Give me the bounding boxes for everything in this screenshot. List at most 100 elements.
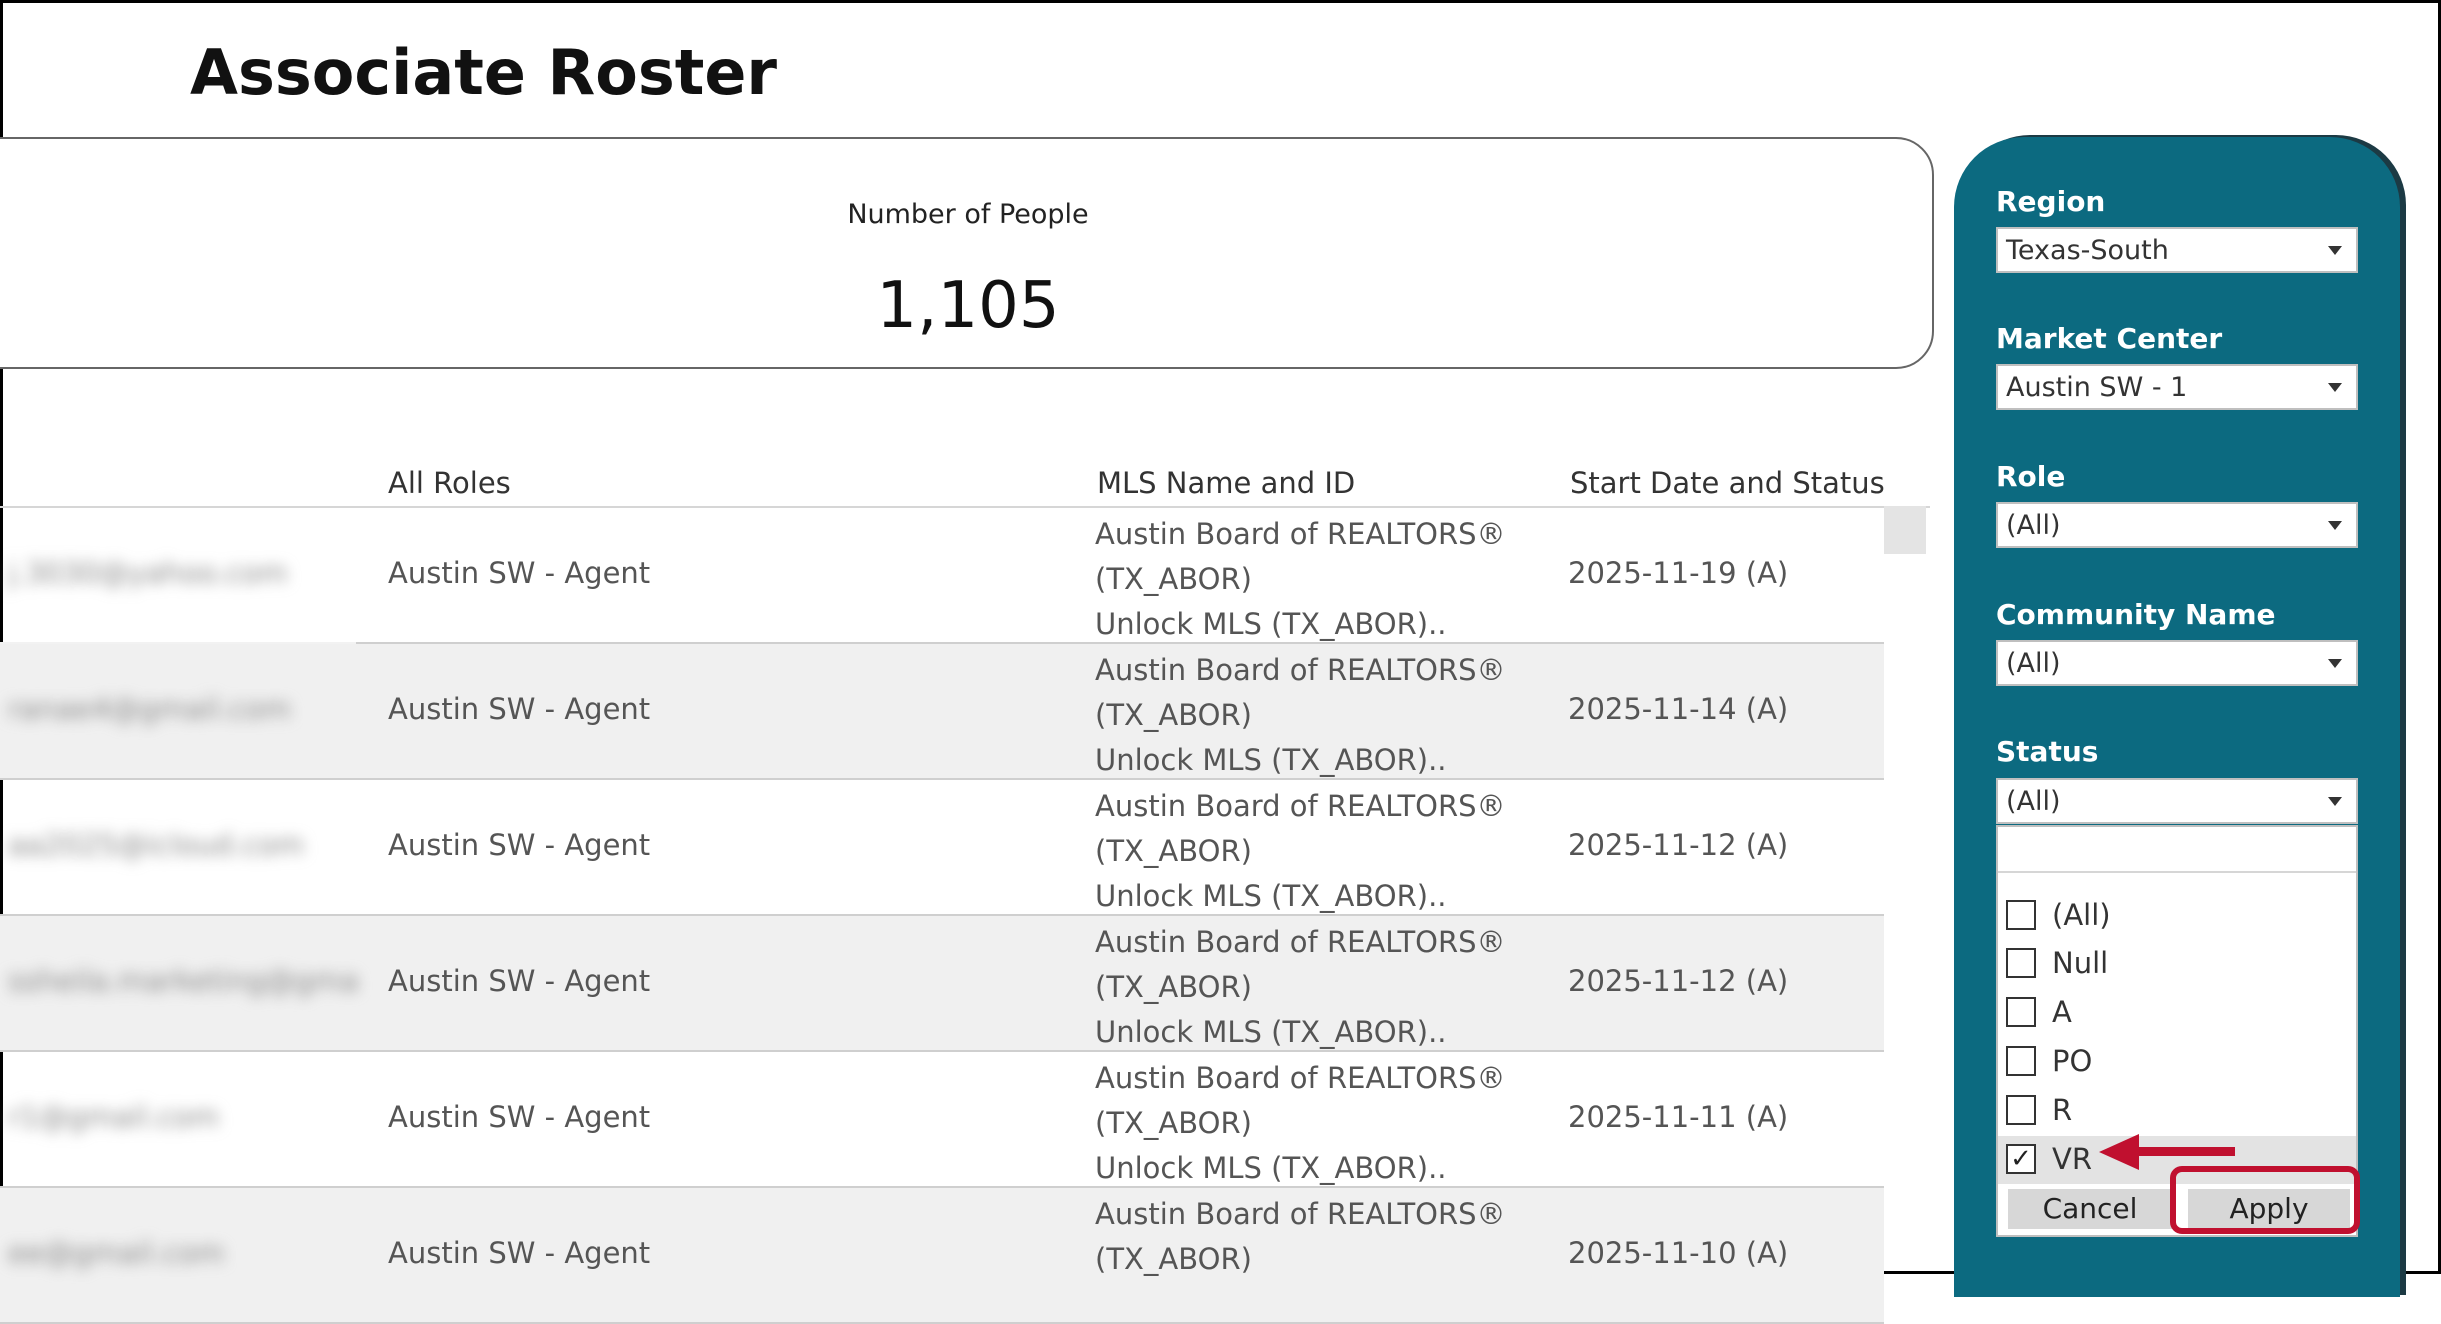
mls-line: (TX_ABOR) bbox=[1095, 698, 1252, 732]
market-center-select[interactable]: Austin SW - 1 bbox=[1996, 364, 2358, 410]
role-cell: Austin SW - Agent bbox=[388, 1236, 651, 1270]
column-header-mls[interactable]: MLS Name and ID bbox=[1097, 466, 1355, 500]
status-select-value: (All) bbox=[2006, 786, 2061, 817]
table-row[interactable]: aa2025@icloud.com Austin SW - Agent Aust… bbox=[0, 780, 1884, 916]
community-select-value: (All) bbox=[2006, 648, 2061, 679]
mls-line: Unlock MLS (TX_ABOR).. bbox=[1095, 1151, 1447, 1185]
mls-line: (TX_ABOR) bbox=[1095, 834, 1252, 868]
kpi-card: Number of People 1,105 bbox=[0, 137, 1934, 369]
cancel-button[interactable]: Cancel bbox=[2008, 1189, 2172, 1229]
status-option-r[interactable]: R bbox=[1998, 1087, 2356, 1135]
mls-line: Unlock MLS (TX_ABOR).. bbox=[1095, 743, 1447, 777]
role-select-value: (All) bbox=[2006, 510, 2061, 541]
checkbox[interactable] bbox=[2006, 900, 2036, 930]
status-select[interactable]: (All) bbox=[1996, 778, 2358, 824]
chevron-down-icon bbox=[2328, 521, 2342, 530]
email-cell: aa2025@icloud.com bbox=[8, 828, 305, 862]
status-option-po[interactable]: PO bbox=[1998, 1038, 2356, 1086]
kpi-value: 1,105 bbox=[876, 269, 1060, 343]
chevron-down-icon bbox=[2328, 659, 2342, 668]
status-option-label: Null bbox=[2052, 946, 2109, 980]
status-option-label: A bbox=[2052, 995, 2072, 1029]
status-option-all[interactable]: (All) bbox=[1998, 892, 2356, 940]
start-date-cell: 2025-11-14 (A) bbox=[1568, 692, 1789, 726]
column-header-start-date[interactable]: Start Date and Status bbox=[1570, 466, 1885, 500]
email-cell: r1@gmail.com bbox=[8, 1100, 220, 1134]
kpi-label: Number of People bbox=[847, 199, 1089, 230]
mls-line: Austin Board of REALTORS® bbox=[1095, 1061, 1506, 1095]
roster-table: All Roles MLS Name and ID Start Date and… bbox=[0, 460, 1930, 1324]
apply-highlight-box bbox=[2170, 1166, 2360, 1234]
chevron-down-icon bbox=[2328, 797, 2342, 806]
chevron-down-icon bbox=[2328, 246, 2342, 255]
column-header-all-roles[interactable]: All Roles bbox=[388, 466, 511, 500]
mls-line: (TX_ABOR) bbox=[1095, 562, 1252, 596]
mls-cell: Austin Board of REALTORS® (TX_ABOR) Unlo… bbox=[1095, 784, 1506, 919]
status-option-label: PO bbox=[2052, 1044, 2093, 1078]
start-date-cell: 2025-11-19 (A) bbox=[1568, 556, 1789, 590]
mls-cell: Austin Board of REALTORS® (TX_ABOR) Unlo… bbox=[1095, 512, 1506, 647]
region-select-value: Texas-South bbox=[2006, 235, 2169, 266]
role-cell: Austin SW - Agent bbox=[388, 692, 651, 726]
mls-line: Austin Board of REALTORS® bbox=[1095, 517, 1506, 551]
page-title: Associate Roster bbox=[190, 36, 778, 109]
email-cell: ssheila.marketing@gmail.c.. bbox=[8, 964, 358, 998]
status-option-label: VR bbox=[2052, 1142, 2092, 1176]
mls-cell: Austin Board of REALTORS® (TX_ABOR) Unlo… bbox=[1095, 920, 1506, 1055]
checkbox[interactable] bbox=[2006, 997, 2036, 1027]
table-row[interactable]: j.3030@yahoo.com Austin SW - Agent Austi… bbox=[0, 508, 1884, 644]
role-cell: Austin SW - Agent bbox=[388, 828, 651, 862]
start-date-cell: 2025-11-12 (A) bbox=[1568, 828, 1789, 862]
table-row[interactable]: ranae4@gmail.com Austin SW - Agent Austi… bbox=[0, 644, 1884, 780]
mls-line: Austin Board of REALTORS® bbox=[1095, 925, 1506, 959]
community-select[interactable]: (All) bbox=[1996, 640, 2358, 686]
status-option-label: R bbox=[2052, 1093, 2073, 1127]
mls-line: (TX_ABOR) bbox=[1095, 1242, 1252, 1276]
status-option-a[interactable]: A bbox=[1998, 989, 2356, 1037]
status-filter-label: Status bbox=[1996, 735, 2099, 768]
table-scrollbar[interactable] bbox=[1884, 506, 1926, 554]
mls-line: Unlock MLS (TX_ABOR).. bbox=[1095, 607, 1447, 641]
role-cell: Austin SW - Agent bbox=[388, 964, 651, 998]
mls-line: (TX_ABOR) bbox=[1095, 1106, 1252, 1140]
email-cell: j.3030@yahoo.com bbox=[8, 556, 288, 590]
checkbox[interactable] bbox=[2006, 948, 2036, 978]
mls-cell: Austin Board of REALTORS® (TX_ABOR) bbox=[1095, 1192, 1506, 1282]
filter-panel: Region Texas-South Market Center Austin … bbox=[1954, 137, 2400, 1297]
checkbox[interactable] bbox=[2006, 1046, 2036, 1076]
mls-cell: Austin Board of REALTORS® (TX_ABOR) Unlo… bbox=[1095, 648, 1506, 783]
role-cell: Austin SW - Agent bbox=[388, 556, 651, 590]
checkmark-icon: ✓ bbox=[2010, 1144, 2032, 1174]
table-row[interactable]: r1@gmail.com Austin SW - Agent Austin Bo… bbox=[0, 1052, 1884, 1188]
email-cell: ee@gmail.com bbox=[8, 1236, 225, 1270]
role-filter-label: Role bbox=[1996, 460, 2066, 493]
start-date-cell: 2025-11-11 (A) bbox=[1568, 1100, 1789, 1134]
status-option-null[interactable]: Null bbox=[1998, 940, 2356, 988]
status-search-input[interactable] bbox=[1998, 827, 2356, 873]
start-date-cell: 2025-11-10 (A) bbox=[1568, 1236, 1789, 1270]
mls-line: Austin Board of REALTORS® bbox=[1095, 789, 1506, 823]
mls-line: Unlock MLS (TX_ABOR).. bbox=[1095, 1015, 1447, 1049]
region-filter-label: Region bbox=[1996, 185, 2106, 218]
market-center-filter-label: Market Center bbox=[1996, 322, 2223, 355]
market-center-select-value: Austin SW - 1 bbox=[2006, 372, 2188, 403]
community-filter-label: Community Name bbox=[1996, 598, 2276, 631]
email-cell: ranae4@gmail.com bbox=[8, 692, 291, 726]
mls-line: Austin Board of REALTORS® bbox=[1095, 653, 1506, 687]
chevron-down-icon bbox=[2328, 383, 2342, 392]
checked-checkbox[interactable]: ✓ bbox=[2006, 1144, 2036, 1174]
table-row[interactable]: ssheila.marketing@gmail.c.. Austin SW - … bbox=[0, 916, 1884, 1052]
table-row[interactable]: ee@gmail.com Austin SW - Agent Austin Bo… bbox=[0, 1188, 1884, 1324]
annotation-arrow-shaft bbox=[2135, 1147, 2235, 1156]
start-date-cell: 2025-11-12 (A) bbox=[1568, 964, 1789, 998]
mls-cell: Austin Board of REALTORS® (TX_ABOR) Unlo… bbox=[1095, 1056, 1506, 1191]
annotation-arrow-icon bbox=[2099, 1134, 2139, 1170]
role-cell: Austin SW - Agent bbox=[388, 1100, 651, 1134]
checkbox[interactable] bbox=[2006, 1095, 2036, 1125]
status-option-label: (All) bbox=[2052, 898, 2111, 932]
mls-line: Unlock MLS (TX_ABOR).. bbox=[1095, 879, 1447, 913]
mls-line: Austin Board of REALTORS® bbox=[1095, 1197, 1506, 1231]
region-select[interactable]: Texas-South bbox=[1996, 227, 2358, 273]
mls-line: (TX_ABOR) bbox=[1095, 970, 1252, 1004]
role-select[interactable]: (All) bbox=[1996, 502, 2358, 548]
